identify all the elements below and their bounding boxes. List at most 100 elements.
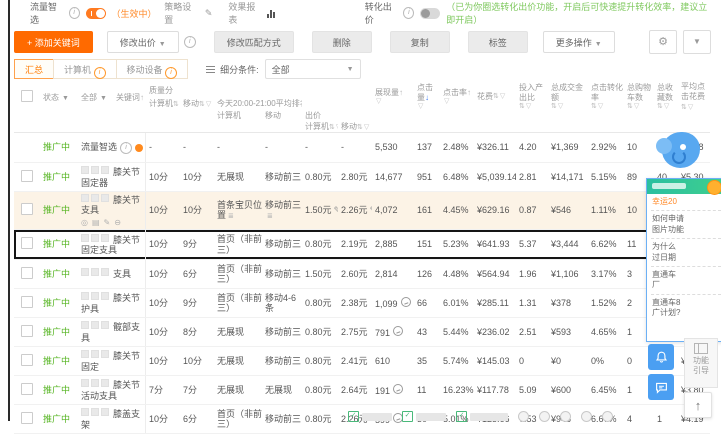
- effect-report-link[interactable]: 效果报表: [228, 0, 261, 26]
- help-item[interactable]: 直通车厂: [647, 267, 721, 294]
- header-cost[interactable]: 花费 ⇅▽: [474, 92, 516, 102]
- rank-detail-icon[interactable]: ≣: [267, 213, 273, 220]
- select-all-checkbox[interactable]: [21, 90, 33, 102]
- row-checkbox[interactable]: [21, 295, 33, 308]
- bid-pc-cell[interactable]: 1.50元 ✎: [302, 205, 338, 215]
- screenshot-left-edge-line: [8, 0, 10, 421]
- bid-pc-cell: 0.80元: [305, 239, 332, 250]
- segment-summary[interactable]: 汇总: [14, 59, 55, 79]
- row-checkbox[interactable]: [21, 324, 33, 337]
- table-row[interactable]: 推广中 髋部支具 10分 8分 无展现 移动前三 0.80元 2.75元 791 43 5.44% ¥…: [14, 318, 710, 347]
- info-icon[interactable]: i: [183, 35, 196, 48]
- header-ctr[interactable]: 点击率↑ ▽: [440, 88, 474, 107]
- chat-icon[interactable]: [648, 374, 674, 400]
- ctr-cell: 16.23%: [443, 384, 474, 395]
- header-bid-mobile[interactable]: 移动⇅▽: [338, 121, 372, 132]
- table-row[interactable]: 推广中 流量智选 i - - - - - -5,530 137 2.48% ¥326.11 4.20 ¥1…: [14, 133, 710, 163]
- modify-bid-button[interactable]: 修改出价 ▼: [106, 30, 179, 53]
- row-checkbox-cell[interactable]: [14, 353, 40, 368]
- trend-icon[interactable]: [393, 325, 404, 336]
- header-qs-pc[interactable]: 计算机⇅▽: [146, 98, 180, 109]
- help-item[interactable]: 为什么 过日期: [647, 239, 721, 266]
- add-keyword-button[interactable]: + 添加关键词: [14, 30, 93, 53]
- bid-mobile-cell[interactable]: 2.26元✎: [338, 205, 372, 215]
- row-checkbox[interactable]: [21, 237, 33, 250]
- row-checkbox[interactable]: [21, 382, 33, 395]
- rank-detail-icon[interactable]: ≣: [228, 213, 234, 220]
- table-row[interactable]: 推广中 膝关节固定 10分 10分 无展现 移动前三 0.80元 2.41元 610 35 5.74…: [14, 347, 710, 376]
- row-checkbox-cell[interactable]: [14, 411, 40, 426]
- header-impressions[interactable]: 展现量↑ ▽: [372, 88, 414, 107]
- keyword-cell: 膝关节支具 ◎ ▤ ✎ ⊖: [78, 192, 146, 229]
- feature-guide-button[interactable]: 功能 引导: [684, 338, 718, 388]
- header-qs-mobile[interactable]: 移动⇅▽: [180, 98, 214, 109]
- help-item[interactable]: 直通车8 广计划?: [647, 295, 721, 322]
- header-bid-pc[interactable]: 计算机⇅▽: [302, 121, 338, 132]
- strategy-settings-link[interactable]: 策略设置: [164, 0, 197, 26]
- header-cvr[interactable]: 点击转化率 ⇅▽: [588, 83, 624, 112]
- keyword-cell: 膝盖支架: [78, 405, 146, 433]
- assistant-mascot-icon[interactable]: [656, 128, 704, 174]
- chevron-down-icon[interactable]: ▼: [683, 29, 711, 54]
- prize-badge-icon[interactable]: [707, 180, 721, 195]
- conversion-bid-toggle[interactable]: [420, 7, 441, 19]
- table-row[interactable]: 推广中 膝关节活动支具 7分 7分 无展现 无展现 0.80元 2.64元 191 11 16.23…: [14, 376, 710, 405]
- help-item[interactable]: 如何申请 图片功能: [647, 211, 721, 238]
- edit-pencil-icon[interactable]: ✎: [205, 8, 213, 19]
- cvr-cell: 1.11%: [591, 205, 616, 216]
- row-checkbox-cell[interactable]: [14, 324, 40, 339]
- help-panel-header[interactable]: [647, 179, 721, 195]
- row-checkbox-cell[interactable]: [14, 266, 40, 281]
- delete-button[interactable]: 删除: [311, 30, 372, 53]
- bell-icon[interactable]: [648, 344, 674, 370]
- subdivide-select[interactable]: 全部 ▼: [264, 59, 361, 79]
- header-status[interactable]: 状态 ▼: [40, 92, 78, 103]
- more-actions-button[interactable]: 更多操作 ▼: [542, 30, 615, 53]
- table-row[interactable]: 推广中 膝关节固定器 10分 10分 无展现 移动前三 0.80元 2.80元 14,677 95…: [14, 163, 710, 192]
- trend-icon[interactable]: [400, 296, 411, 307]
- header-cart[interactable]: 总购物车数 ⇅▽: [624, 83, 654, 112]
- row-checkbox-cell[interactable]: [14, 295, 40, 310]
- help-item[interactable]: 幸运20: [647, 194, 721, 210]
- legend-icon: [581, 411, 592, 422]
- gmv-cell: ¥14,171: [551, 171, 584, 182]
- row-action-icons[interactable]: ◎ ▤ ✎ ⊖: [81, 218, 145, 227]
- tag-button[interactable]: 标签: [467, 30, 528, 53]
- header-roi[interactable]: 投入产出比 ⇅▽: [516, 83, 548, 112]
- ctr-cell: 4.45%: [443, 205, 469, 216]
- bar-chart-icon[interactable]: [266, 9, 275, 18]
- info-icon[interactable]: i: [403, 7, 415, 19]
- header-keyword-sort[interactable]: 关键词↑: [116, 92, 144, 103]
- bid-pc-cell: -: [305, 142, 308, 153]
- table-row[interactable]: 推广中 支具 10分 6分 首页（非前三） 移动前三 1.50元 2.60元 2,814 126 4…: [14, 260, 710, 289]
- traffic-smart-toggle[interactable]: [85, 7, 106, 19]
- header-avg-cpc[interactable]: 平均点击花费⇅▽: [678, 82, 708, 113]
- header-all-filter[interactable]: 全部 ▼: [81, 92, 107, 103]
- header-favorites[interactable]: 总收藏数 ⇅▽: [654, 83, 678, 112]
- row-checkbox[interactable]: [21, 353, 33, 366]
- row-checkbox[interactable]: [21, 411, 33, 424]
- table-row[interactable]: 推广中 膝关节护具 10分 9分 首页（非前三） 移动4-6条 0.80元 2.38元 1,09…: [14, 289, 710, 318]
- segment-mobile[interactable]: 移动设备 i: [115, 59, 189, 79]
- segment-pc[interactable]: 计算机 i: [53, 59, 117, 79]
- info-icon[interactable]: i: [120, 141, 133, 154]
- row-checkbox-cell[interactable]: [14, 237, 40, 251]
- rank-pc-cell: 首页（非前三）: [217, 292, 262, 313]
- trend-icon[interactable]: [393, 383, 404, 394]
- row-checkbox-cell[interactable]: [14, 169, 40, 184]
- row-checkbox[interactable]: [21, 169, 33, 182]
- header-clicks[interactable]: 点击量↓ ▽: [414, 83, 440, 112]
- modify-match-button[interactable]: 修改匹配方式: [213, 30, 294, 53]
- info-icon[interactable]: i: [68, 7, 80, 19]
- row-checkbox-cell[interactable]: [14, 382, 40, 397]
- ctr-cell: 6.48%: [443, 171, 469, 182]
- copy-button[interactable]: 复制: [389, 30, 450, 53]
- conversion-bid-label: 转化出价: [364, 2, 392, 25]
- table-row[interactable]: 推广中 膝关节固定支具 10分 9分 首页（非前三） 移动前三 0.80元 2.19元 2,88…: [14, 230, 710, 260]
- row-checkbox[interactable]: [21, 266, 33, 279]
- row-checkbox[interactable]: [21, 203, 33, 216]
- gear-icon[interactable]: ⚙: [649, 29, 677, 54]
- header-gmv[interactable]: 总成交金额 ⇅▽: [548, 83, 588, 112]
- table-row[interactable]: 推广中 膝关节支具 ◎ ▤ ✎ ⊖ 10分 10分 首条宝贝位置 ≣ 移动前三≣ 1.50元 ✎ 2.26…: [14, 192, 710, 230]
- row-checkbox-cell[interactable]: [14, 203, 40, 217]
